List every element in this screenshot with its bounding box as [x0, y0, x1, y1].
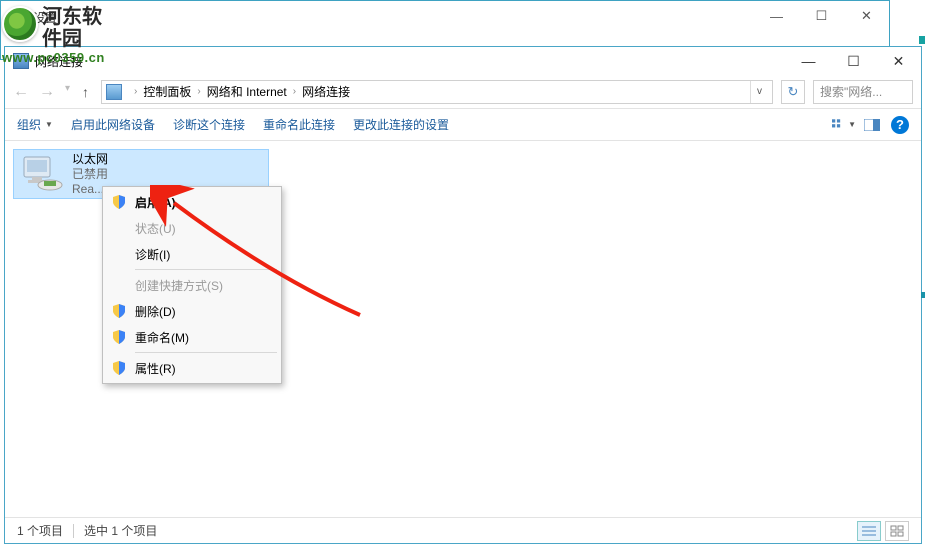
bg-window-title: 设置 [33, 9, 57, 26]
chevron-right-icon: › [197, 86, 200, 97]
titlebar: 网络连接 — ☐ ✕ [5, 47, 921, 75]
menu-enable[interactable]: 启用(A) [105, 189, 279, 215]
change-settings-button[interactable]: 更改此连接的设置 [353, 116, 449, 133]
up-button[interactable]: ↑ [82, 84, 89, 100]
icons-view-button[interactable] [885, 521, 909, 541]
menu-label: 启用(A) [135, 194, 176, 211]
help-icon: ? [891, 116, 909, 134]
refresh-button[interactable]: ↻ [781, 80, 805, 104]
status-bar: 1 个项目 选中 1 个项目 [5, 517, 921, 543]
chevron-right-icon: › [134, 86, 137, 97]
history-dropdown-icon[interactable]: ▾ [65, 83, 70, 101]
menu-create-shortcut: 创建快捷方式(S) [105, 272, 279, 298]
organize-menu[interactable]: 组织 ▼ [17, 116, 53, 133]
back-button[interactable]: ← [13, 83, 29, 101]
menu-label: 重命名(M) [135, 329, 189, 346]
context-menu: 启用(A) 状态(U) 诊断(I) 创建快捷方式(S) 删除(D) 重命名(M)… [102, 186, 282, 384]
maximize-button[interactable]: ☐ [831, 47, 876, 75]
menu-diagnose[interactable]: 诊断(I) [105, 241, 279, 267]
network-connections-icon [13, 53, 29, 69]
ethernet-adapter-icon [20, 155, 64, 193]
details-view-button[interactable] [857, 521, 881, 541]
adapter-status: 已禁用 [72, 167, 108, 182]
forward-button[interactable]: → [39, 83, 55, 101]
breadcrumb-item[interactable]: 控制面板 [143, 83, 191, 100]
help-button[interactable]: ? [887, 114, 913, 136]
breadcrumb-icon [106, 84, 122, 100]
window-title: 网络连接 [35, 53, 83, 70]
back-chevron-icon[interactable]: ← [9, 10, 21, 24]
menu-label: 创建快捷方式(S) [135, 277, 223, 294]
shield-icon [111, 194, 127, 210]
minimize-button[interactable]: — [786, 47, 831, 75]
decorative-strip [921, 292, 925, 298]
menu-delete[interactable]: 删除(D) [105, 298, 279, 324]
menu-label: 删除(D) [135, 303, 176, 320]
enable-device-button[interactable]: 启用此网络设备 [71, 116, 155, 133]
decorative-strip [919, 36, 925, 44]
menu-label: 属性(R) [135, 360, 176, 377]
separator [73, 524, 74, 538]
bg-close-button[interactable]: ✕ [844, 1, 889, 31]
menu-status: 状态(U) [105, 215, 279, 241]
shield-icon [111, 360, 127, 376]
breadcrumb-item[interactable]: 网络和 Internet [207, 83, 287, 100]
menu-separator [135, 352, 277, 353]
shield-icon [111, 329, 127, 345]
rename-button[interactable]: 重命名此连接 [263, 116, 335, 133]
close-button[interactable]: ✕ [876, 47, 921, 75]
preview-pane-button[interactable] [859, 114, 885, 136]
shield-icon [111, 303, 127, 319]
bg-minimize-button[interactable]: — [754, 1, 799, 31]
selected-count: 选中 1 个项目 [84, 522, 157, 539]
adapter-name: 以太网 [72, 152, 108, 167]
menu-rename[interactable]: 重命名(M) [105, 324, 279, 350]
chevron-down-icon: ▼ [848, 120, 856, 129]
diagnose-button[interactable]: 诊断这个连接 [173, 116, 245, 133]
breadcrumb[interactable]: › 控制面板 › 网络和 Internet › 网络连接 v [101, 80, 773, 104]
search-input[interactable]: 搜索"网络... [813, 80, 913, 104]
address-dropdown-icon[interactable]: v [750, 81, 768, 103]
toolbar: 组织 ▼ 启用此网络设备 诊断这个连接 重命名此连接 更改此连接的设置 ▼ ? [5, 109, 921, 141]
menu-separator [135, 269, 277, 270]
bg-maximize-button[interactable]: ☐ [799, 1, 844, 31]
organize-label: 组织 [17, 116, 41, 133]
address-bar-row: ← → ▾ ↑ › 控制面板 › 网络和 Internet › 网络连接 v ↻… [5, 75, 921, 109]
view-options-button[interactable]: ▼ [831, 114, 857, 136]
chevron-down-icon: ▼ [45, 120, 53, 129]
breadcrumb-item[interactable]: 网络连接 [302, 83, 350, 100]
item-count: 1 个项目 [17, 522, 63, 539]
chevron-right-icon: › [293, 86, 296, 97]
menu-properties[interactable]: 属性(R) [105, 355, 279, 381]
menu-label: 状态(U) [135, 220, 176, 237]
menu-label: 诊断(I) [135, 246, 170, 263]
